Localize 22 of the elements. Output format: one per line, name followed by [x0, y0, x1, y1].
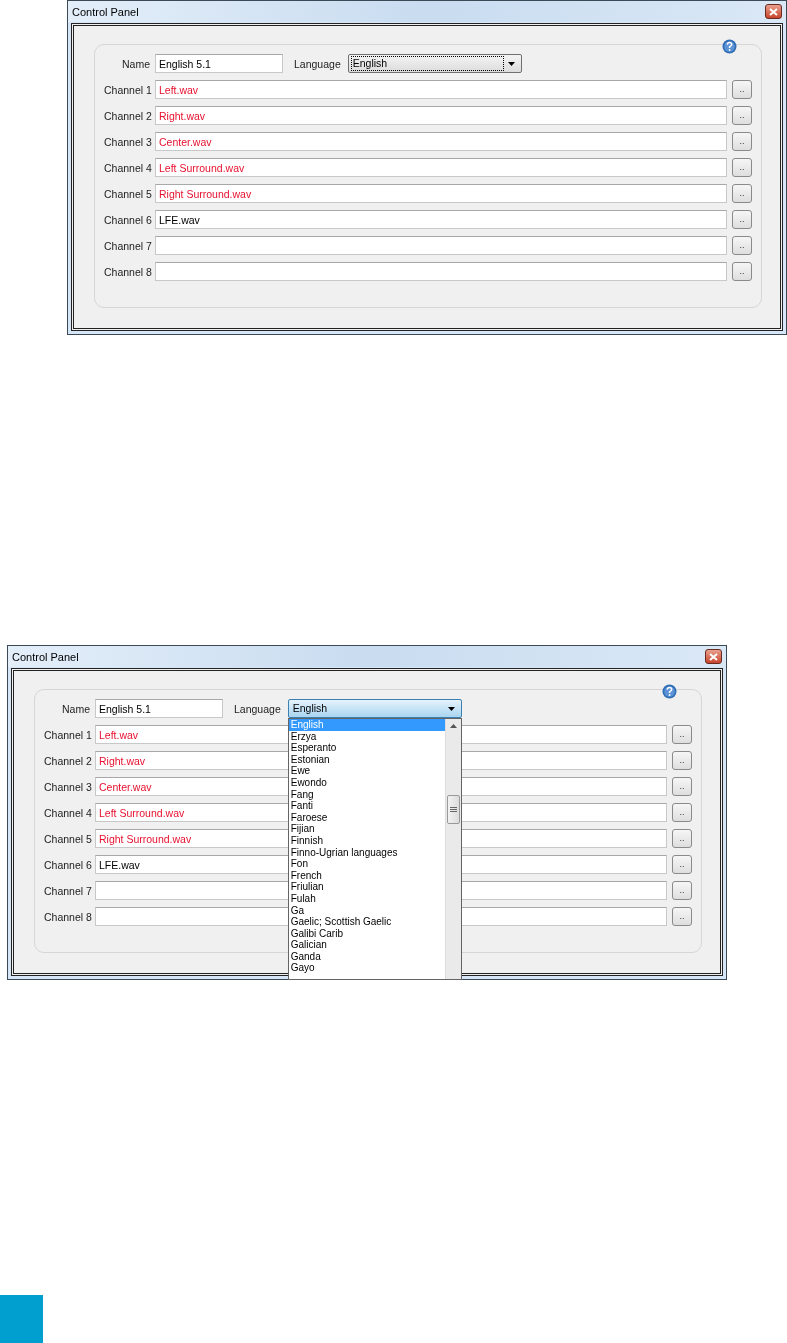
field-label: Name — [121, 57, 150, 70]
field-label: Channel 2 — [104, 109, 150, 122]
field-label: Channel 5 — [44, 832, 90, 845]
field-label: Channel 6 — [44, 858, 90, 871]
field-label: Channel 2 — [44, 754, 90, 767]
field-label: Channel 5 — [104, 187, 150, 200]
field-label: Channel 3 — [44, 780, 90, 793]
window-title: Control Panel — [72, 5, 139, 18]
field-label: Channel 4 — [44, 806, 90, 819]
field-label: Channel 8 — [44, 910, 90, 923]
field-label: Language — [294, 57, 341, 70]
field-label: Channel 7 — [44, 884, 90, 897]
field-label: Channel 1 — [104, 83, 150, 96]
window-title: Control Panel — [12, 650, 79, 663]
field-label: Channel 8 — [104, 265, 150, 278]
field-label: Channel 3 — [104, 135, 150, 148]
field-label: Channel 1 — [44, 728, 90, 741]
field-label: Channel 4 — [104, 161, 150, 174]
field-label: Name — [61, 702, 90, 715]
field-label: Channel 6 — [104, 213, 150, 226]
field-label: Language — [234, 702, 281, 715]
field-label: Channel 7 — [104, 239, 150, 252]
